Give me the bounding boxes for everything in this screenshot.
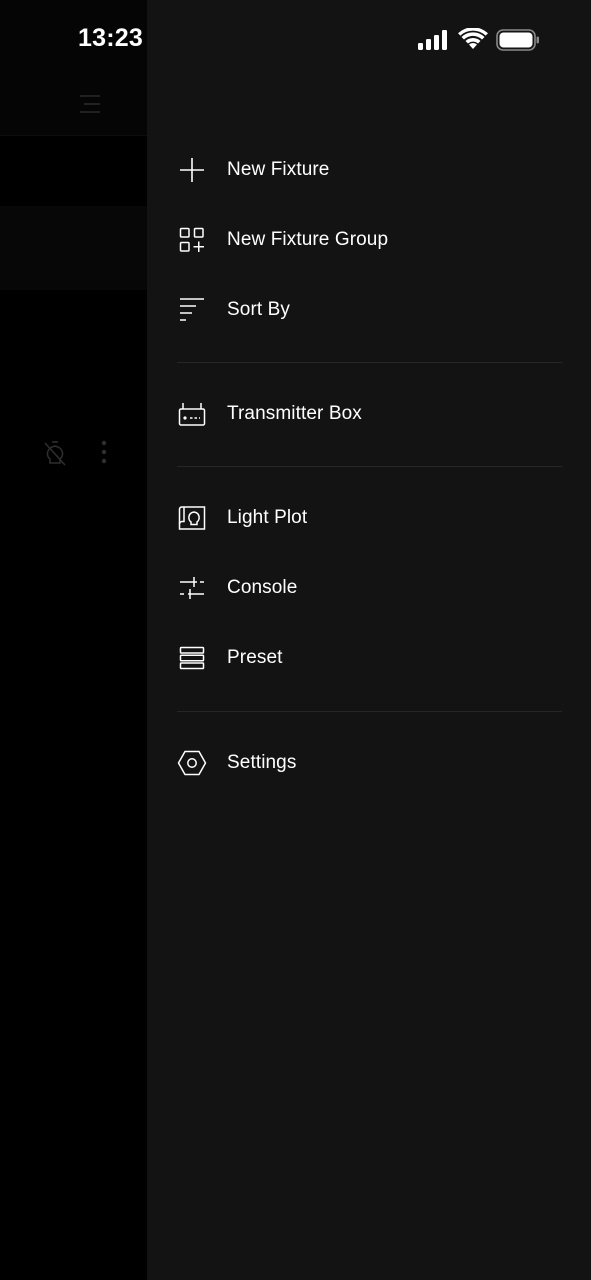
menu-item-settings[interactable]: Settings (147, 731, 591, 795)
status-time: 13:23 (78, 24, 143, 52)
wifi-icon (458, 28, 488, 49)
divider (177, 466, 562, 467)
background-app-overlay[interactable] (0, 0, 147, 1280)
menu-item-transmitter-box[interactable]: Transmitter Box (147, 382, 591, 446)
preset-list-icon (177, 643, 207, 673)
divider (177, 362, 562, 363)
menu-item-new-fixture[interactable]: New Fixture (147, 138, 591, 202)
status-bar: 13:23 (0, 0, 591, 80)
cellular-signal-icon (418, 30, 447, 50)
menu-item-label: Console (227, 577, 298, 598)
divider (177, 711, 562, 712)
transmitter-icon (177, 399, 207, 429)
hamburger-menu-icon (80, 95, 100, 113)
menu-item-label: New Fixture (227, 159, 330, 180)
menu-item-light-plot[interactable]: Light Plot (147, 486, 591, 550)
navigation-drawer: New Fixture New Fixture Group Sort By Tr… (147, 0, 591, 1280)
grid-add-icon (177, 225, 207, 255)
console-sliders-icon (177, 573, 207, 603)
menu-item-label: Settings (227, 752, 297, 773)
battery-icon (496, 29, 539, 51)
menu-item-preset[interactable]: Preset (147, 626, 591, 690)
plus-icon (177, 155, 207, 185)
settings-hex-icon (177, 748, 207, 778)
more-vertical-icon (101, 440, 107, 464)
bulb-off-icon (44, 441, 66, 466)
menu-item-label: Light Plot (227, 507, 308, 528)
menu-item-label: Sort By (227, 299, 290, 320)
menu-item-console[interactable]: Console (147, 556, 591, 620)
menu-item-label: Preset (227, 647, 283, 668)
menu-item-sort-by[interactable]: Sort By (147, 278, 591, 342)
menu-item-new-fixture-group[interactable]: New Fixture Group (147, 208, 591, 272)
sort-icon (177, 295, 207, 325)
background-fixture-card (0, 206, 147, 466)
screen: 13:23 New Fixture New Fixture Group Sort… (0, 0, 591, 1280)
menu-item-label: New Fixture Group (227, 229, 389, 250)
menu-item-label: Transmitter Box (227, 403, 362, 424)
light-plot-icon (177, 503, 207, 533)
